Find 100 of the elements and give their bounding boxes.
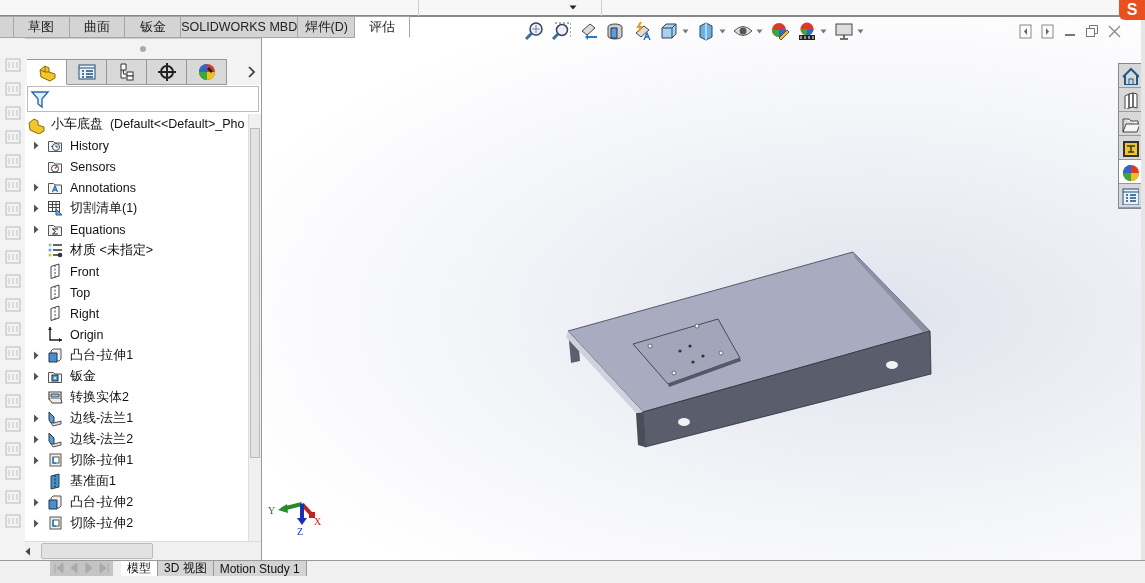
model-tab[interactable]: Motion Study 1: [213, 561, 307, 576]
greyed-tool-icon: [3, 392, 22, 410]
tree-item[interactable]: Right: [70, 306, 100, 321]
expand-arrow-icon[interactable]: [33, 351, 39, 360]
tree-item[interactable]: 凸台-拉伸2: [70, 494, 134, 511]
panel-grip[interactable]: [140, 46, 146, 52]
tree-item[interactable]: History: [70, 138, 109, 153]
chevron-right-icon: [247, 66, 255, 78]
table-icon: [47, 200, 64, 217]
command-tab[interactable]: SOLIDWORKS MBD: [181, 16, 299, 38]
tree-item[interactable]: Annotations: [70, 180, 137, 195]
appearance-pencil-icon[interactable]: [770, 21, 790, 41]
expand-arrow-icon[interactable]: [33, 141, 39, 150]
greyed-tool-icon: [3, 416, 22, 434]
greyed-tool-icon: [3, 152, 22, 170]
crosshair-icon: [156, 62, 177, 82]
material-list-icon: [47, 242, 64, 259]
tile-right-icon[interactable]: [1041, 23, 1055, 39]
expand-arrow-icon[interactable]: [33, 225, 39, 234]
command-tab[interactable]: 草图: [13, 16, 70, 38]
color-wheel-icon: [196, 62, 217, 82]
greyed-tool-icon: [3, 320, 22, 338]
task-pane-tab[interactable]: [1119, 64, 1141, 88]
zoom-area-icon[interactable]: [551, 21, 571, 41]
task-pane-tab[interactable]: [1119, 160, 1141, 184]
expand-arrow-icon[interactable]: [33, 372, 39, 381]
tree-item[interactable]: Sensors: [70, 159, 116, 174]
input-method-badge[interactable]: S: [1119, 0, 1145, 20]
greyed-tool-icon: [3, 368, 22, 386]
expand-arrow-icon[interactable]: [33, 435, 39, 444]
y-axis-arrow: [278, 502, 303, 513]
expand-arrow-icon[interactable]: [33, 456, 39, 465]
extruded-box-icon: [47, 494, 64, 511]
expand-arrow-icon[interactable]: [33, 414, 39, 423]
scrollbar-thumb[interactable]: [41, 543, 153, 559]
view-palette-icon: [1121, 138, 1139, 157]
greyed-tool-icon: [3, 296, 22, 314]
model-tab[interactable]: 模型: [121, 561, 158, 576]
tree-item[interactable]: 边线-法兰2: [70, 431, 134, 448]
tree-item[interactable]: 基准面1: [70, 473, 116, 490]
appearance-ball-icon: [1121, 162, 1139, 181]
greyed-tool-icon: [3, 440, 22, 458]
axis-label: Y: [268, 505, 276, 516]
greyed-tool-icon: [3, 56, 22, 74]
command-tab[interactable]: 曲面: [69, 16, 126, 38]
books-icon: [1121, 90, 1139, 109]
converted-body-icon: [47, 389, 64, 406]
tree-item[interactable]: 切割清单(1): [70, 200, 138, 217]
panel-tab[interactable]: [107, 59, 147, 85]
panel-tab[interactable]: [147, 59, 187, 85]
filter-field[interactable]: [27, 86, 259, 112]
close-icon[interactable]: [1107, 23, 1121, 39]
shaded-cube-icon[interactable]: [696, 21, 716, 41]
command-tab[interactable]: 焊件(D): [298, 16, 356, 38]
greyed-tool-icon: [3, 128, 22, 146]
property-list-icon: [1121, 186, 1139, 205]
extruded-box-icon: [47, 347, 64, 364]
zoom-fit-icon[interactable]: [524, 21, 544, 41]
greyed-tool-icon: [3, 248, 22, 266]
cube-icon[interactable]: [659, 21, 679, 41]
greyed-tool-icon: [3, 488, 22, 506]
greyed-tool-icon: [3, 512, 22, 530]
tile-left-icon[interactable]: [1019, 23, 1033, 39]
flange-icon: [47, 431, 64, 448]
scrollbar-thumb[interactable]: [250, 128, 260, 458]
restore-icon[interactable]: [1085, 23, 1099, 39]
tree-item[interactable]: Equations: [70, 222, 126, 237]
filter-icon: [30, 89, 50, 109]
tree-item[interactable]: 钣金: [70, 368, 96, 385]
expand-arrow-icon[interactable]: [33, 183, 39, 192]
flange-icon: [47, 410, 64, 427]
command-tab[interactable]: 评估: [355, 16, 410, 38]
tree-item[interactable]: 切除-拉伸1: [70, 452, 134, 469]
section-cylinder-icon[interactable]: [605, 21, 625, 41]
part-name[interactable]: 小车底盘 (Default<<Default>_Pho: [51, 116, 245, 133]
expand-arrow-icon[interactable]: [33, 519, 39, 528]
property-list-icon: [76, 62, 97, 82]
greyed-tool-icon: [3, 464, 22, 482]
greyed-tool-icon: [3, 272, 22, 290]
greyed-tool-icon: [3, 344, 22, 362]
tree-item[interactable]: Front: [70, 264, 100, 279]
greyed-tool-icon: [3, 104, 22, 122]
command-tab[interactable]: 钣金: [125, 16, 182, 38]
tree-item[interactable]: 边线-法兰1: [70, 410, 134, 427]
model-tab[interactable]: 3D 视图: [158, 561, 214, 576]
monitor-icon[interactable]: [834, 21, 854, 41]
axis-label: X: [314, 516, 322, 527]
tree-item[interactable]: Top: [70, 285, 91, 300]
tree-item[interactable]: 切除-拉伸2: [70, 515, 134, 532]
dropdown-caret-icon[interactable]: [569, 5, 577, 10]
axis-label: Z: [297, 526, 304, 537]
home-icon: [1121, 66, 1139, 85]
tree-item[interactable]: 材质 <未指定>: [70, 242, 154, 259]
expand-arrow-icon[interactable]: [33, 204, 39, 213]
tree-item[interactable]: 转换实体2: [70, 389, 129, 406]
scene-ball-icon[interactable]: [797, 21, 817, 41]
tree-item[interactable]: Origin: [70, 327, 104, 342]
tree-item[interactable]: 凸台-拉伸1: [70, 347, 134, 364]
expand-arrow-icon[interactable]: [33, 498, 39, 507]
greyed-tool-icon: [3, 80, 22, 98]
